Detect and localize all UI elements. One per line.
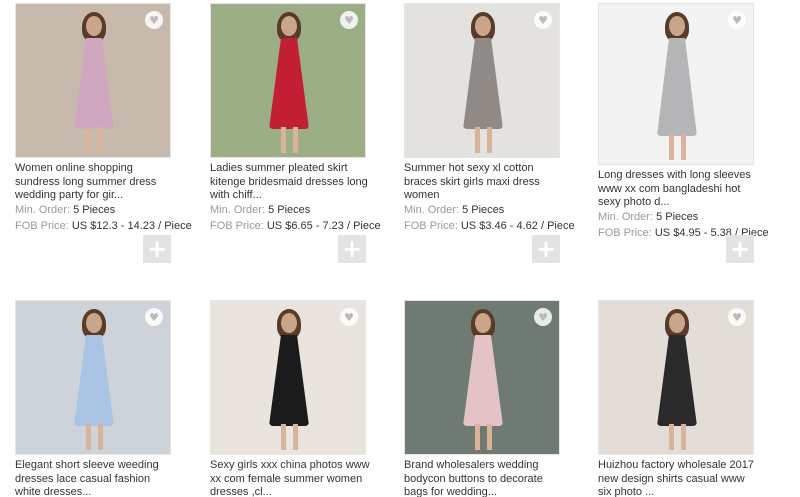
min-order-label: Min. Order: (404, 204, 460, 216)
product-title[interactable]: Brand wholesalers wedding bodycon button… (404, 459, 564, 497)
fob-price: FOB Price: US $3.46 - 4.62 / Piece (404, 219, 575, 234)
favorite-heart-icon[interactable]: ♥ (534, 11, 552, 29)
model-head (281, 16, 297, 36)
model-head (669, 313, 685, 333)
fob-price-label: FOB Price: (404, 219, 458, 232)
fob-price-value: US $4.95 - 5.38 (654, 226, 732, 239)
favorite-heart-icon[interactable]: ♥ (145, 308, 163, 326)
model-leg (281, 127, 286, 153)
model-leg (281, 424, 286, 450)
product-card[interactable]: ♥ Elegant short sleeve weeding dresses l… (15, 300, 175, 497)
min-order-label: Min. Order: (210, 204, 266, 216)
min-order-value: 5 Pieces (462, 204, 505, 216)
add-to-compare-button[interactable]: + (143, 235, 171, 263)
model-leg (86, 424, 91, 450)
product-image[interactable]: ♥ (404, 3, 560, 158)
fob-price: FOB Price: US $6.65 - 7.23 / Piece (210, 219, 381, 234)
product-card[interactable]: ♥ Summer hot sexy xl cotton braces skirt… (404, 3, 575, 234)
model-leg (475, 424, 480, 450)
product-title[interactable]: Huizhou factory wholesale 2017 new desig… (598, 459, 758, 497)
product-title[interactable]: Women online shopping sundress long summ… (15, 162, 175, 202)
price-unit: / Piece (158, 219, 192, 232)
product-card[interactable]: ♥ Sexy girls xxx china photos www xx com… (210, 300, 370, 497)
model-head (475, 16, 491, 36)
fob-price-value: US $3.46 - 4.62 (460, 219, 538, 232)
model-leg (487, 127, 492, 153)
product-card[interactable]: ♥ Brand wholesalers wedding bodycon butt… (404, 300, 564, 497)
min-order-value: 5 Pieces (268, 204, 311, 216)
min-order: Min. Order: 5 Pieces (598, 211, 758, 225)
min-order-value: 5 Pieces (656, 211, 699, 223)
product-title[interactable]: Summer hot sexy xl cotton braces skirt g… (404, 162, 564, 202)
product-card[interactable]: ♥ Women online shopping sundress long su… (15, 3, 192, 234)
product-image[interactable]: ♥ (598, 300, 754, 455)
model-head (475, 313, 491, 333)
product-image[interactable]: ♥ (210, 300, 366, 455)
min-order: Min. Order: 5 Pieces (15, 204, 175, 218)
favorite-heart-icon[interactable]: ♥ (534, 308, 552, 326)
price-unit: / Piece (346, 219, 381, 232)
product-card[interactable]: ♥ Ladies summer pleated skirt kitenge br… (210, 3, 381, 234)
product-image[interactable]: ♥ (598, 3, 754, 165)
favorite-heart-icon[interactable]: ♥ (728, 308, 746, 326)
product-image[interactable]: ♥ (15, 300, 171, 455)
min-order: Min. Order: 5 Pieces (404, 204, 564, 218)
product-image[interactable]: ♥ (404, 300, 560, 455)
add-to-compare-button[interactable]: + (726, 235, 754, 263)
product-title[interactable]: Elegant short sleeve weeding dresses lac… (15, 459, 175, 497)
model-leg (293, 127, 298, 153)
model-leg (98, 424, 103, 450)
product-title[interactable]: Sexy girls xxx china photos www xx com f… (210, 459, 370, 497)
fob-price: FOB Price: US $12.3 - 14.23 / Piece (15, 219, 192, 234)
add-to-compare-button[interactable]: + (338, 235, 366, 263)
model-leg (681, 134, 686, 160)
product-card[interactable]: ♥ Long dresses with long sleeves www xx … (598, 3, 769, 240)
product-title[interactable]: Ladies summer pleated skirt kitenge brid… (210, 162, 370, 202)
favorite-heart-icon[interactable]: ♥ (728, 11, 746, 29)
product-title[interactable]: Long dresses with long sleeves www xx co… (598, 169, 758, 209)
model-leg (487, 424, 492, 450)
product-image[interactable]: ♥ (210, 3, 366, 158)
min-order-value: 5 Pieces (73, 204, 116, 216)
min-order-label: Min. Order: (598, 211, 654, 223)
model-head (86, 16, 102, 36)
product-image[interactable]: ♥ (15, 3, 171, 158)
model-head (86, 313, 102, 333)
favorite-heart-icon[interactable]: ♥ (145, 11, 163, 29)
price-unit: / Piece (540, 219, 575, 232)
fob-price-label: FOB Price: (210, 219, 264, 232)
model-leg (669, 424, 674, 450)
min-order: Min. Order: 5 Pieces (210, 204, 370, 218)
model-leg (669, 134, 674, 160)
favorite-heart-icon[interactable]: ♥ (340, 11, 358, 29)
fob-price-value: US $6.65 - 7.23 (266, 219, 344, 232)
min-order-label: Min. Order: (15, 204, 71, 216)
model-leg (475, 127, 480, 153)
add-to-compare-button[interactable]: + (532, 235, 560, 263)
favorite-heart-icon[interactable]: ♥ (340, 308, 358, 326)
model-leg (293, 424, 298, 450)
product-card[interactable]: ♥ Huizhou factory wholesale 2017 new des… (598, 300, 758, 497)
fob-price-label: FOB Price: (598, 226, 652, 239)
fob-price-label: FOB Price: (15, 219, 69, 232)
model-leg (98, 127, 103, 153)
fob-price-value: US $12.3 - 14.23 (71, 219, 156, 232)
model-head (669, 16, 685, 36)
model-head (281, 313, 297, 333)
model-leg (86, 127, 91, 153)
model-leg (681, 424, 686, 450)
